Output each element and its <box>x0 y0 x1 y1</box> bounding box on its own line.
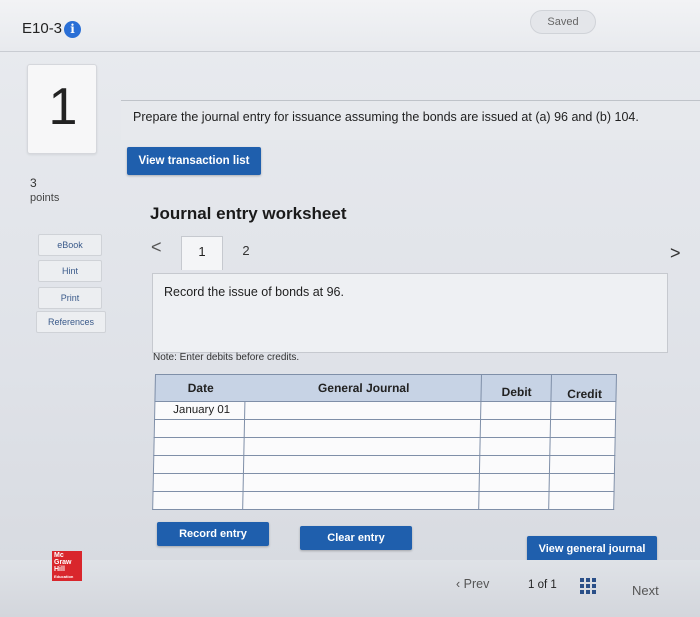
column-header-general-journal: General Journal <box>317 381 410 395</box>
prev-button[interactable]: ‹ Prev <box>456 577 489 591</box>
journal-table: Date General Journal Debit Credit Januar… <box>152 374 617 522</box>
column-header-credit: Credit <box>567 387 603 401</box>
table-row[interactable] <box>153 420 617 438</box>
points-value: 3 <box>30 176 37 190</box>
chevron-left-icon[interactable]: < <box>151 237 162 258</box>
of-label: of <box>537 579 548 591</box>
points-label: points <box>30 192 60 204</box>
question-id: E10-3 <box>22 20 63 37</box>
note-text: Note: Enter debits before credits. <box>153 352 300 363</box>
column-header-date: Date <box>187 381 214 395</box>
info-icon[interactable]: i <box>64 21 81 38</box>
tab-1[interactable]: 1 <box>181 236 223 270</box>
view-transaction-list-button[interactable]: View transaction list <box>127 147 261 175</box>
worksheet-title: Journal entry worksheet <box>150 204 347 223</box>
mcgraw-hill-logo: Mc Graw Hill Education <box>52 551 82 581</box>
saved-status: Saved <box>530 10 596 34</box>
page-background: E10-3 i Saved 1 3 points eBook Hint Prin… <box>0 0 700 617</box>
question-prompt: Prepare the journal entry for issuance a… <box>133 110 639 124</box>
table-row[interactable] <box>152 456 616 474</box>
current-page: 1 <box>528 579 535 591</box>
sidebar-item-print[interactable]: Print <box>38 287 102 309</box>
clear-entry-button[interactable]: Clear entry <box>300 526 412 550</box>
sidebar-item-ebook[interactable]: eBook <box>38 234 102 256</box>
grid-icon[interactable] <box>580 578 596 594</box>
tab-2[interactable]: 2 <box>225 236 267 270</box>
sidebar-item-references[interactable]: References <box>36 311 106 333</box>
view-general-journal-button[interactable]: View general journal <box>527 536 657 562</box>
date-cell[interactable]: January 01 <box>173 404 230 416</box>
chevron-right-icon[interactable]: > <box>670 243 681 264</box>
total-pages: 1 <box>550 579 557 591</box>
instruction-text: Record the issue of bonds at 96. <box>164 285 344 299</box>
table-row[interactable]: January 01 <box>154 402 617 420</box>
column-header-debit: Debit <box>501 385 532 399</box>
journal-table-header: Date General Journal Debit Credit <box>154 374 617 402</box>
page-indicator: 1 of 1 <box>528 579 557 591</box>
sidebar-item-hint[interactable]: Hint <box>38 260 102 282</box>
table-row[interactable] <box>152 492 615 510</box>
record-entry-button[interactable]: Record entry <box>157 522 269 546</box>
prev-label: Prev <box>463 577 490 591</box>
table-row[interactable] <box>152 474 615 492</box>
question-number-card: 1 <box>27 64 97 154</box>
next-button[interactable]: Next <box>632 583 659 598</box>
table-row[interactable] <box>153 438 616 456</box>
question-number: 1 <box>48 78 78 136</box>
